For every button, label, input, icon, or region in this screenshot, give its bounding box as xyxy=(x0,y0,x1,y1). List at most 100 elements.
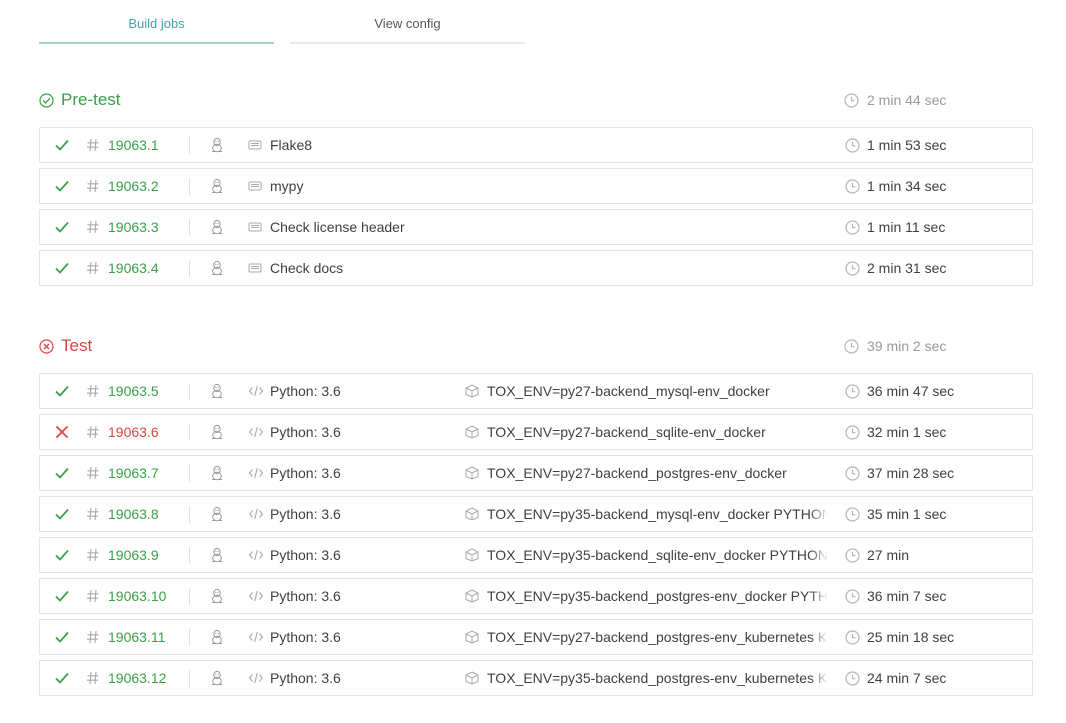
job-duration: 37 min 28 sec xyxy=(867,465,955,481)
check-icon xyxy=(54,670,70,686)
job-name: mypy xyxy=(270,178,304,194)
code-icon xyxy=(248,384,264,398)
linux-icon xyxy=(209,260,225,276)
clock-icon xyxy=(844,93,859,108)
clock-icon xyxy=(845,384,860,399)
hash-icon xyxy=(86,138,100,152)
job-duration: 25 min 18 sec xyxy=(867,629,955,645)
linux-icon xyxy=(209,383,225,399)
text-fade xyxy=(810,497,828,531)
divider xyxy=(189,588,190,605)
tab-view-config[interactable]: View config xyxy=(290,0,525,44)
job-row[interactable]: 19063.2 mypy 1 min 34 sec xyxy=(39,168,1033,204)
check-icon xyxy=(54,588,70,604)
clock-icon xyxy=(845,630,860,645)
check-icon xyxy=(54,547,70,563)
linux-icon xyxy=(209,588,225,604)
clock-icon xyxy=(845,671,860,686)
script-icon xyxy=(248,220,262,234)
job-env: TOX_ENV=py35-backend_mysql-env_docker PY… xyxy=(487,506,827,522)
job-number[interactable]: 19063.6 xyxy=(108,415,159,449)
job-language: Python: 3.6 xyxy=(270,424,341,440)
job-language: Python: 3.6 xyxy=(270,383,341,399)
script-icon xyxy=(248,138,262,152)
hash-icon xyxy=(86,425,100,439)
package-icon xyxy=(465,466,479,480)
job-language: Python: 3.6 xyxy=(270,506,341,522)
tab-build-jobs[interactable]: Build jobs xyxy=(39,0,274,44)
divider xyxy=(189,383,190,400)
job-duration: 35 min 1 sec xyxy=(867,506,947,522)
divider xyxy=(189,465,190,482)
job-env: TOX_ENV=py27-backend_sqlite-env_docker xyxy=(487,424,766,440)
job-language: Python: 3.6 xyxy=(270,547,341,563)
job-row[interactable]: 19063.5 Python: 3.6 TOX_ENV=py27-backend_m… xyxy=(39,373,1033,409)
job-row[interactable]: 19063.3 Check license header 1 min 11 sec xyxy=(39,209,1033,245)
stage-title: Test xyxy=(61,336,93,355)
clock-icon xyxy=(845,138,860,153)
script-icon xyxy=(248,179,262,193)
job-number[interactable]: 19063.8 xyxy=(108,497,159,531)
hash-icon xyxy=(86,507,100,521)
clock-icon xyxy=(845,261,860,276)
job-duration: 1 min 11 sec xyxy=(867,219,946,235)
check-icon xyxy=(54,260,70,276)
job-number[interactable]: 19063.9 xyxy=(108,538,159,572)
job-number[interactable]: 19063.4 xyxy=(108,251,159,285)
job-duration: 27 min xyxy=(867,547,910,563)
job-list: 19063.5 Python: 3.6 TOX_ENV=py27-backend_m… xyxy=(39,373,1033,701)
check-circle-icon xyxy=(39,93,54,108)
hash-icon xyxy=(86,261,100,275)
linux-icon xyxy=(209,178,225,194)
job-row[interactable]: 19063.8 Python: 3.6 TOX_ENV=py35-backend_m… xyxy=(39,496,1033,532)
linux-icon xyxy=(209,629,225,645)
job-language: Python: 3.6 xyxy=(270,629,341,645)
job-row[interactable]: 19063.9 Python: 3.6 TOX_ENV=py35-backend_s… xyxy=(39,537,1033,573)
code-icon xyxy=(248,466,264,480)
job-number[interactable]: 19063.3 xyxy=(108,210,159,244)
linux-icon xyxy=(209,670,225,686)
job-duration: 24 min 7 sec xyxy=(867,670,947,686)
code-icon xyxy=(248,671,264,685)
job-row[interactable]: 19063.4 Check docs 2 min 31 sec xyxy=(39,250,1033,286)
job-list: 19063.1 Flake8 1 min 53 sec 19063.2 mypy 1 mi… xyxy=(39,127,1033,291)
job-number[interactable]: 19063.12 xyxy=(108,661,166,695)
divider xyxy=(189,424,190,441)
script-icon xyxy=(248,261,262,275)
tabs: Build jobs View config xyxy=(39,0,525,44)
job-duration: 2 min 31 sec xyxy=(867,260,947,276)
job-duration: 32 min 1 sec xyxy=(867,424,947,440)
job-row[interactable]: 19063.7 Python: 3.6 TOX_ENV=py27-backend_p… xyxy=(39,455,1033,491)
linux-icon xyxy=(209,506,225,522)
job-duration: 1 min 34 sec xyxy=(867,178,947,194)
job-env: TOX_ENV=py35-backend_postgres-env_docker… xyxy=(487,588,827,604)
job-duration: 36 min 47 sec xyxy=(867,383,955,399)
package-icon xyxy=(465,507,479,521)
job-row[interactable]: 19063.10 Python: 3.6 TOX_ENV=py35-backend_… xyxy=(39,578,1033,614)
job-language: Python: 3.6 xyxy=(270,670,341,686)
job-number[interactable]: 19063.1 xyxy=(108,128,159,162)
job-number[interactable]: 19063.2 xyxy=(108,169,159,203)
clock-icon xyxy=(845,507,860,522)
divider xyxy=(189,506,190,523)
job-row[interactable]: 19063.6 Python: 3.6 TOX_ENV=py27-backend_s… xyxy=(39,414,1033,450)
job-row[interactable]: 19063.1 Flake8 1 min 53 sec xyxy=(39,127,1033,163)
divider xyxy=(189,629,190,646)
job-row[interactable]: 19063.11 Python: 3.6 TOX_ENV=py27-backend_… xyxy=(39,619,1033,655)
job-number[interactable]: 19063.7 xyxy=(108,456,159,490)
package-icon xyxy=(465,548,479,562)
hash-icon xyxy=(86,466,100,480)
divider xyxy=(189,137,190,154)
hash-icon xyxy=(86,671,100,685)
stage-duration-text: 2 min 44 sec xyxy=(867,92,947,108)
job-name: Flake8 xyxy=(270,137,313,153)
job-number[interactable]: 19063.10 xyxy=(108,579,166,613)
code-icon xyxy=(248,630,264,644)
divider xyxy=(189,547,190,564)
clock-icon xyxy=(845,179,860,194)
job-number[interactable]: 19063.11 xyxy=(108,620,165,654)
job-row[interactable]: 19063.12 Python: 3.6 TOX_ENV=py35-backend_… xyxy=(39,660,1033,696)
hash-icon xyxy=(86,630,100,644)
job-number[interactable]: 19063.5 xyxy=(108,374,159,408)
stage-title: Pre-test xyxy=(61,90,121,109)
